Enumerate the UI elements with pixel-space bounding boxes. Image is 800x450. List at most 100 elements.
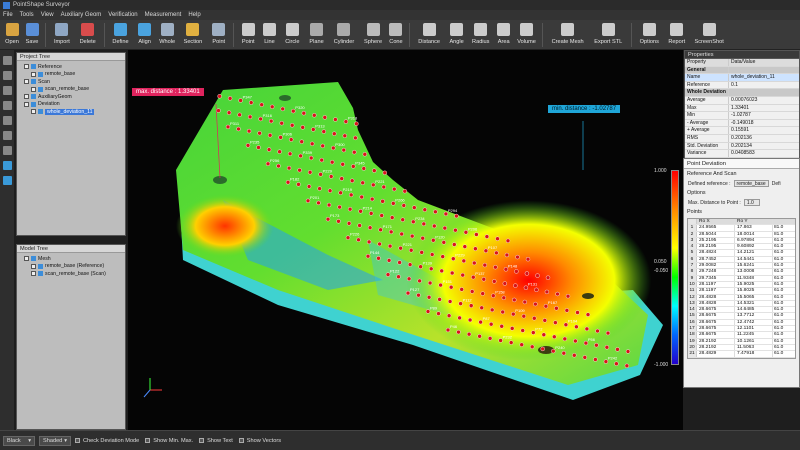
tree-item[interactable]: whole_deviation_11 (17, 108, 125, 116)
top-view-icon[interactable] (2, 146, 12, 155)
measurement-point[interactable] (257, 130, 262, 136)
measurement-point[interactable] (236, 126, 241, 132)
expand-toggle-icon[interactable] (31, 71, 36, 77)
measurement-point[interactable] (492, 279, 497, 284)
measurement-point[interactable] (369, 196, 375, 202)
measurement-point[interactable] (534, 287, 539, 293)
measurement-point[interactable] (535, 273, 540, 278)
expand-toggle-icon[interactable] (24, 256, 29, 262)
measurement-point[interactable] (453, 227, 458, 233)
measurement-point[interactable] (575, 310, 580, 315)
measurement-point[interactable] (353, 135, 358, 141)
measurement-point[interactable] (366, 239, 372, 245)
measurement-point[interactable] (402, 188, 407, 194)
measurement-point[interactable] (226, 110, 232, 115)
measurement-point[interactable] (541, 332, 546, 337)
measurement-point[interactable] (307, 170, 313, 175)
measurement-point[interactable] (269, 104, 275, 109)
measurement-point[interactable] (582, 355, 587, 360)
pan-icon[interactable] (2, 86, 12, 95)
measurement-point[interactable] (490, 307, 495, 313)
measurement-point[interactable] (446, 313, 452, 318)
tree-item[interactable]: AuxiliaryGeom (17, 93, 125, 101)
expand-toggle-icon[interactable] (31, 271, 36, 277)
measurement-point[interactable] (259, 102, 264, 107)
measurement-point[interactable] (544, 289, 550, 295)
expand-toggle-icon[interactable] (31, 109, 36, 115)
measurement-point[interactable] (441, 240, 446, 245)
select-icon[interactable] (2, 56, 12, 65)
measurement-point[interactable] (333, 117, 338, 122)
iso-view-icon[interactable] (2, 176, 12, 185)
measurement-point[interactable] (348, 192, 354, 198)
measurement-point[interactable] (501, 295, 506, 301)
measurement-point[interactable] (509, 340, 514, 345)
measurement-point[interactable] (387, 243, 393, 249)
measurement-point[interactable] (427, 280, 433, 286)
menu-verification[interactable]: Verification (108, 12, 137, 18)
measurement-point[interactable] (614, 361, 619, 366)
measurement-point[interactable] (481, 277, 486, 282)
measurement-point[interactable] (480, 291, 485, 296)
measurement-point[interactable] (585, 312, 591, 317)
measurement-point[interactable] (390, 215, 395, 220)
measurement-point[interactable] (469, 303, 474, 308)
measurement-point[interactable] (439, 268, 444, 274)
measurement-point[interactable] (513, 283, 518, 288)
measurement-point[interactable] (316, 200, 321, 206)
measurement-point[interactable] (459, 287, 464, 292)
measurement-point[interactable] (412, 205, 417, 210)
measurement-point[interactable] (584, 326, 590, 332)
measurement-point[interactable] (279, 120, 284, 126)
property-row[interactable]: General (685, 66, 799, 75)
property-row[interactable]: Whole Deviation (685, 89, 799, 97)
measurement-point[interactable] (521, 314, 526, 319)
measurement-point[interactable] (416, 292, 421, 298)
measurement-point[interactable] (297, 167, 302, 173)
options-button[interactable]: Options (635, 20, 664, 50)
measurement-point[interactable] (561, 351, 566, 356)
measurement-point[interactable] (352, 149, 357, 155)
measurement-point[interactable] (477, 334, 482, 339)
measurement-point[interactable] (362, 152, 368, 157)
measurement-point[interactable] (452, 242, 457, 247)
measurement-point[interactable] (308, 155, 314, 161)
measurement-point[interactable] (487, 336, 493, 341)
measurement-point[interactable] (326, 202, 332, 208)
measurement-point[interactable] (361, 166, 367, 171)
measurement-point[interactable] (356, 237, 361, 243)
measurement-point[interactable] (479, 305, 484, 310)
measurement-point[interactable] (457, 315, 462, 321)
measurement-point[interactable] (473, 246, 478, 251)
tree-item[interactable]: Mesh (17, 255, 125, 263)
measurement-point[interactable] (524, 271, 530, 276)
measurement-point[interactable] (460, 272, 465, 278)
property-row[interactable]: Max 1.33401 (685, 104, 799, 113)
property-row[interactable]: Variance 0.0408583 (685, 150, 799, 158)
measurement-point[interactable] (456, 329, 461, 335)
measurement-point[interactable] (454, 213, 459, 219)
show-text-checkbox[interactable]: Show Text (199, 438, 233, 444)
measurement-point[interactable] (572, 353, 577, 358)
measurement-point[interactable] (552, 334, 557, 339)
measurement-point[interactable] (420, 235, 425, 241)
measurement-point[interactable] (410, 233, 415, 239)
fit-view-icon[interactable] (2, 116, 12, 125)
measurement-point[interactable] (505, 238, 511, 244)
measurement-point[interactable] (277, 149, 282, 154)
measurement-point[interactable] (440, 254, 445, 259)
measurement-point[interactable] (340, 162, 345, 167)
measurement-point[interactable] (421, 221, 426, 227)
measurement-point[interactable] (359, 194, 364, 200)
measurement-point[interactable] (346, 221, 352, 226)
plane-button[interactable]: Plane (305, 20, 328, 50)
sphere-button[interactable]: Sphere (360, 20, 386, 50)
property-row[interactable]: Std. Deviation 0.202134 (685, 142, 799, 151)
expand-toggle-icon[interactable] (31, 86, 36, 92)
measurement-point[interactable] (396, 274, 401, 279)
measurement-point[interactable] (409, 248, 414, 253)
measurement-point[interactable] (519, 342, 524, 347)
measurement-point[interactable] (510, 326, 515, 331)
measurement-point[interactable] (267, 133, 273, 138)
measurement-point[interactable] (406, 276, 412, 282)
